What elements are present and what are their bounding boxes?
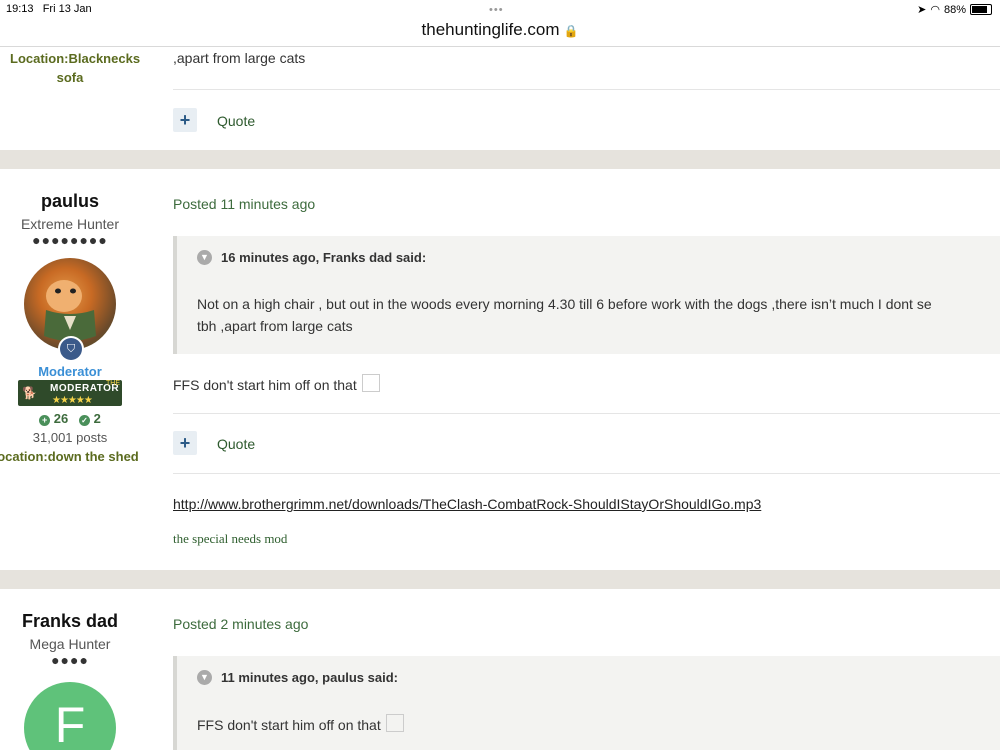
divider xyxy=(173,89,1000,90)
post-previous: Location:Blacknecks sofa ,apart from lar… xyxy=(0,47,1000,150)
rank-pips: ●●●● xyxy=(51,652,89,668)
post-count: 31,001 posts xyxy=(32,430,108,445)
signature-text: the special needs mod xyxy=(173,531,288,546)
post-franks-dad: Franks dad Mega Hunter ●●●● F Posted 2 m… xyxy=(0,589,1000,750)
quote-header: 16 minutes ago, Franks dad said: xyxy=(221,250,427,265)
posted-time[interactable]: Posted 11 minutes ago xyxy=(173,196,315,212)
quote-collapse-icon[interactable]: ▼ xyxy=(197,670,212,685)
username[interactable]: Franks dad xyxy=(0,611,140,632)
rep-positive-icon: + xyxy=(39,415,51,426)
username[interactable]: paulus xyxy=(0,191,140,212)
status-time: 19:13 Fri 13 Jan xyxy=(6,3,92,15)
battery-percent: 88% xyxy=(943,3,966,16)
quote-text: Not on a high chair , but out in the woo… xyxy=(197,296,932,334)
tab-dots[interactable]: ••• xyxy=(489,4,504,16)
location-arrow-icon: ➤ xyxy=(917,4,927,16)
user-rank: Extreme Hunter xyxy=(20,216,120,232)
divider xyxy=(173,473,1000,474)
quote-button[interactable]: Quote xyxy=(217,436,255,452)
emoji-placeholder xyxy=(385,714,404,732)
signature-link[interactable]: http://www.brothergrimm.net/downloads/Th… xyxy=(173,496,761,512)
post-text: ,apart from large cats xyxy=(173,50,306,66)
quote-block: ▼ 16 minutes ago, Franks dad said: Not o… xyxy=(173,236,1000,354)
author-location: Location:Blacknecks sofa xyxy=(0,49,140,87)
reputation: + 26 ✓ 2 xyxy=(0,411,140,426)
location-label: Location:down the shed xyxy=(0,449,139,464)
quote-button[interactable]: Quote xyxy=(217,113,255,129)
user-rank: Mega Hunter xyxy=(29,636,111,652)
rep-check-icon: ✓ xyxy=(79,415,91,426)
badge-stars: ★★★★★ xyxy=(52,395,93,406)
group-label: Moderator xyxy=(38,364,102,379)
wifi-icon: ◠ xyxy=(930,4,940,16)
quote-collapse-icon[interactable]: ▼ xyxy=(197,250,212,265)
post-paulus: paulus Extreme Hunter ●●●●●●●● ⛉ Moderat… xyxy=(0,169,1000,570)
post-separator xyxy=(0,570,1000,589)
avatar[interactable]: ⛉ xyxy=(24,258,116,362)
address-bar[interactable]: thehuntinglife.com 🔒 xyxy=(0,20,1000,40)
battery-icon xyxy=(970,4,992,15)
author-panel: Franks dad Mega Hunter ●●●● F xyxy=(0,611,140,750)
posted-time[interactable]: Posted 2 minutes ago xyxy=(173,616,308,632)
status-right: ➤ ◠ 88% xyxy=(917,3,992,16)
author-panel: paulus Extreme Hunter ●●●●●●●● ⛉ Moderat… xyxy=(0,191,140,464)
moderator-badge: 🐕 MODERATOR THE ★★★★★ xyxy=(18,380,122,406)
quote-block: ▼ 11 minutes ago, paulus said: FFS don't… xyxy=(173,656,1000,750)
quote-header: 11 minutes ago, paulus said: xyxy=(221,670,398,685)
multiquote-button[interactable]: + xyxy=(173,108,197,132)
lock-icon: 🔒 xyxy=(563,24,579,38)
avatar[interactable]: F xyxy=(24,682,116,750)
post-text: FFS don't start him off on that xyxy=(173,374,380,393)
post-separator xyxy=(0,150,1000,169)
browser-chrome: 19:13 Fri 13 Jan ••• ➤ ◠ 88% thehuntingl… xyxy=(0,0,1000,47)
badge-dog-icon: 🐕 xyxy=(22,386,37,400)
moderator-shield-icon: ⛉ xyxy=(58,336,84,362)
quote-text: FFS don't start him off on that xyxy=(197,714,404,736)
multiquote-button[interactable]: + xyxy=(173,431,197,455)
divider xyxy=(173,413,1000,414)
rank-pips: ●●●●●●●● xyxy=(32,232,108,248)
emoji-placeholder xyxy=(361,374,380,392)
url-text: thehuntinglife.com xyxy=(421,20,560,39)
location-label: Location:Blacknecks sofa xyxy=(10,51,141,85)
